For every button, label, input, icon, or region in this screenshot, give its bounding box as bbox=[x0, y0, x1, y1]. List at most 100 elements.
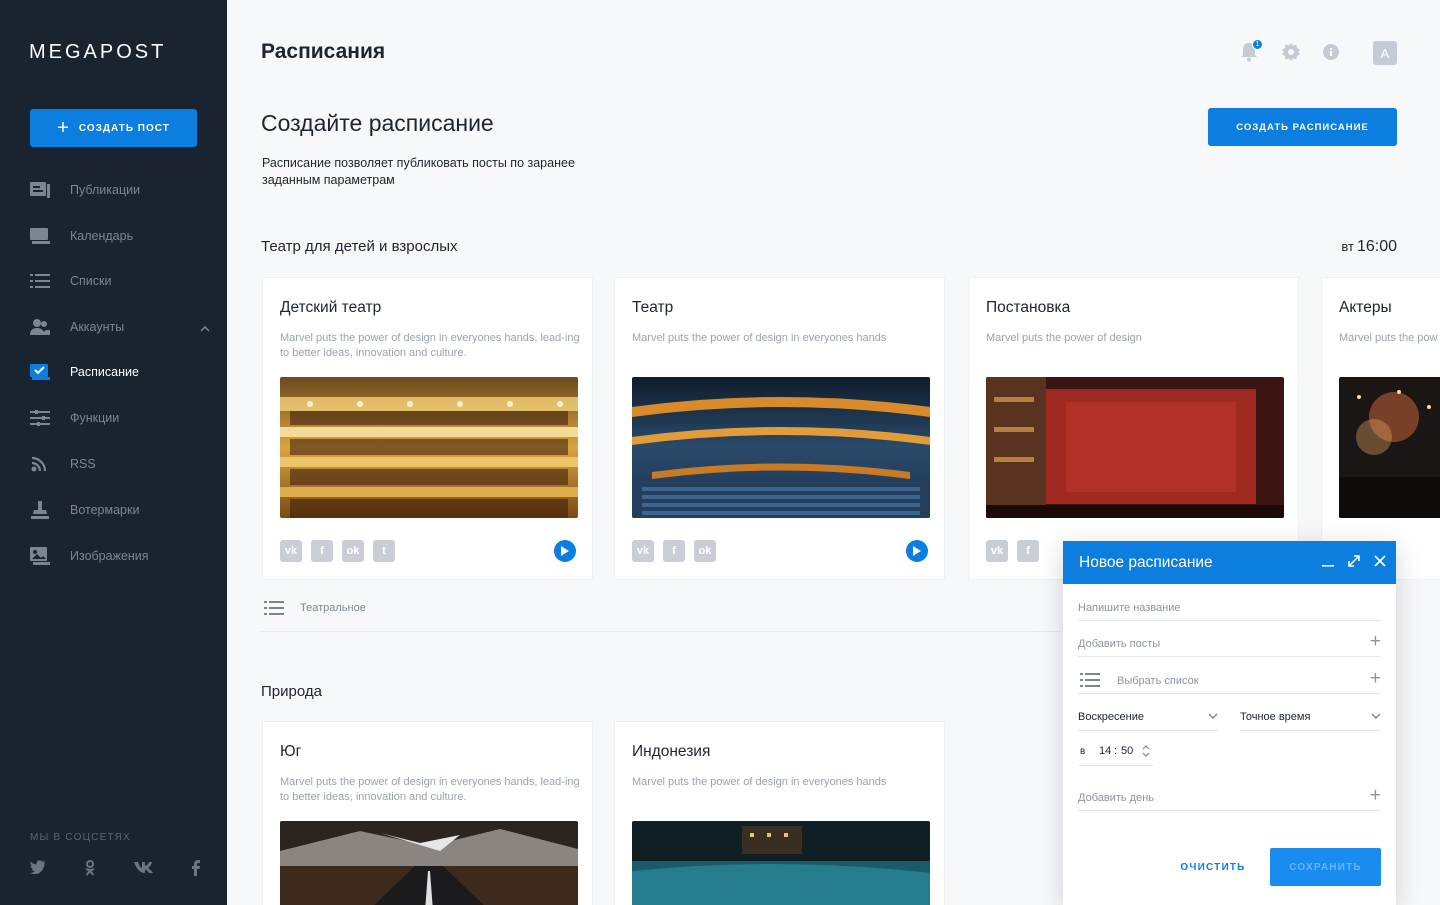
vk-icon[interactable]: vk bbox=[986, 540, 1008, 562]
sidebar-item-functions[interactable]: Функции bbox=[30, 406, 210, 430]
choose-list-field[interactable]: Выбрать список + bbox=[1078, 664, 1381, 694]
add-posts-field[interactable]: Добавить посты + bbox=[1078, 627, 1381, 657]
sidebar-item-rss[interactable]: RSS bbox=[30, 452, 210, 476]
post-card[interactable]: Юг Marvel puts the power of design in ev… bbox=[262, 721, 593, 905]
chevron-down-icon bbox=[1371, 710, 1381, 722]
plus-icon[interactable]: + bbox=[1370, 632, 1381, 651]
facebook-icon[interactable]: f bbox=[1017, 540, 1039, 562]
dialog-header: Новое расписание bbox=[1063, 541, 1396, 584]
minimize-icon[interactable] bbox=[1322, 554, 1334, 572]
card-description: Marvel puts the power of design in every… bbox=[632, 776, 887, 788]
avatar[interactable]: A bbox=[1373, 41, 1397, 65]
sidebar-item-label: Публикации bbox=[70, 183, 141, 197]
create-post-button[interactable]: + создать пост bbox=[30, 109, 197, 147]
group-title: Театр для детей и взрослых bbox=[261, 238, 458, 255]
odnoklassniki-icon[interactable]: ok bbox=[342, 540, 364, 562]
functions-icon bbox=[30, 409, 50, 427]
vk-icon[interactable] bbox=[134, 860, 154, 881]
plus-icon[interactable]: + bbox=[1370, 786, 1381, 805]
card-title: Юг bbox=[280, 743, 302, 760]
play-icon[interactable] bbox=[906, 540, 928, 562]
card-image bbox=[280, 377, 578, 518]
play-icon[interactable] bbox=[554, 540, 576, 562]
app-logo: MEGAPOST bbox=[29, 41, 167, 63]
plus-icon[interactable]: + bbox=[1370, 669, 1381, 688]
sidebar-item-schedule[interactable]: Расписание bbox=[30, 360, 210, 384]
group-title: Природа bbox=[261, 683, 322, 700]
group-time: вт 16:00 bbox=[1341, 238, 1397, 256]
facebook-icon[interactable]: f bbox=[663, 540, 685, 562]
sidebar-item-label: Функции bbox=[70, 411, 120, 425]
add-day-label: Добавить день bbox=[1078, 792, 1155, 804]
facebook-icon[interactable] bbox=[192, 860, 200, 881]
card-social-buttons: vk f ok bbox=[632, 540, 716, 562]
time-prefix: в bbox=[1080, 746, 1086, 757]
chevron-up-icon[interactable] bbox=[200, 321, 210, 335]
post-card[interactable]: Детский театр Marvel puts the power of d… bbox=[262, 277, 593, 580]
sidebar-item-watermarks[interactable]: Вотермарки bbox=[30, 498, 210, 522]
images-icon bbox=[30, 547, 50, 565]
stepper-icon[interactable] bbox=[1142, 744, 1150, 761]
list-icon bbox=[264, 601, 284, 620]
dialog-window-controls bbox=[1322, 554, 1386, 572]
add-day-field[interactable]: Добавить день + bbox=[1078, 781, 1381, 811]
time-hours[interactable]: 14 bbox=[1099, 745, 1111, 757]
vk-icon[interactable]: vk bbox=[280, 540, 302, 562]
sidebar-item-publications[interactable]: Публикации bbox=[30, 178, 210, 202]
sidebar-item-accounts[interactable]: Аккаунты bbox=[30, 315, 210, 339]
sidebar-item-images[interactable]: Изображения bbox=[30, 544, 210, 568]
post-card[interactable]: Постановка Marvel puts the power of desi… bbox=[968, 277, 1299, 580]
info-icon[interactable] bbox=[1323, 44, 1339, 65]
odnoklassniki-icon[interactable] bbox=[84, 860, 96, 881]
notification-bell-icon[interactable]: 1 bbox=[1240, 39, 1263, 67]
sidebar-item-lists[interactable]: Списки bbox=[30, 269, 210, 293]
card-title: Театр bbox=[632, 299, 674, 316]
sidebar-item-label: Расписание bbox=[70, 365, 139, 379]
post-card[interactable]: Индонезия Marvel puts the power of desig… bbox=[614, 721, 945, 905]
twitter-icon[interactable] bbox=[30, 860, 46, 881]
section-title: Создайте расписание bbox=[261, 110, 494, 136]
save-button[interactable]: сохранить bbox=[1270, 848, 1381, 886]
card-image bbox=[986, 377, 1284, 518]
time-mode-value: Точное время bbox=[1240, 711, 1311, 723]
time-input[interactable]: в 14 : 50 bbox=[1079, 740, 1153, 766]
sidebar-item-calendar[interactable]: Календарь bbox=[30, 224, 210, 248]
accounts-icon bbox=[30, 318, 50, 336]
post-card[interactable]: Актеры Marvel puts the pow bbox=[1321, 277, 1440, 580]
sidebar: MEGAPOST + создать пост Публикации Кален… bbox=[0, 0, 227, 905]
notification-badge: 1 bbox=[1252, 39, 1263, 50]
clear-button[interactable]: очистить bbox=[1168, 848, 1258, 886]
time-minutes[interactable]: 50 bbox=[1121, 745, 1133, 757]
expand-icon[interactable] bbox=[1348, 554, 1360, 572]
card-description: Marvel puts the power of design in every… bbox=[280, 776, 580, 803]
card-image bbox=[1339, 377, 1440, 518]
card-description: Marvel puts the power of design bbox=[986, 332, 1142, 344]
day-select[interactable]: Воскресение bbox=[1078, 705, 1218, 731]
list-icon bbox=[30, 272, 50, 290]
schedule-name-placeholder: Напишите название bbox=[1078, 602, 1181, 614]
card-image bbox=[280, 821, 578, 905]
publications-icon bbox=[30, 181, 50, 199]
list-row[interactable]: Театральное bbox=[261, 598, 1061, 632]
card-title: Индонезия bbox=[632, 743, 711, 760]
social-links bbox=[30, 860, 200, 881]
vk-icon[interactable]: vk bbox=[632, 540, 654, 562]
post-card[interactable]: Театр Marvel puts the power of design in… bbox=[614, 277, 945, 580]
create-schedule-button[interactable]: создать расписание bbox=[1208, 108, 1397, 146]
facebook-icon[interactable]: f bbox=[311, 540, 333, 562]
twitter-icon[interactable]: t bbox=[373, 540, 395, 562]
plus-icon: + bbox=[57, 117, 70, 139]
sidebar-item-label: Вотермарки bbox=[70, 503, 140, 517]
odnoklassniki-icon[interactable]: ok bbox=[694, 540, 716, 562]
group-time-day: вт bbox=[1341, 239, 1354, 254]
gear-icon[interactable] bbox=[1282, 43, 1300, 66]
close-icon[interactable] bbox=[1374, 554, 1386, 572]
create-post-label: создать пост bbox=[78, 122, 170, 134]
chevron-down-icon bbox=[1208, 710, 1218, 722]
schedule-name-field[interactable]: Напишите название bbox=[1078, 591, 1381, 621]
day-select-value: Воскресение bbox=[1078, 711, 1144, 723]
sidebar-item-label: Списки bbox=[70, 274, 112, 288]
choose-list-label: Выбрать список bbox=[1117, 675, 1199, 687]
time-mode-select[interactable]: Точное время bbox=[1240, 705, 1381, 731]
header-actions: 1 A bbox=[1240, 39, 1400, 67]
